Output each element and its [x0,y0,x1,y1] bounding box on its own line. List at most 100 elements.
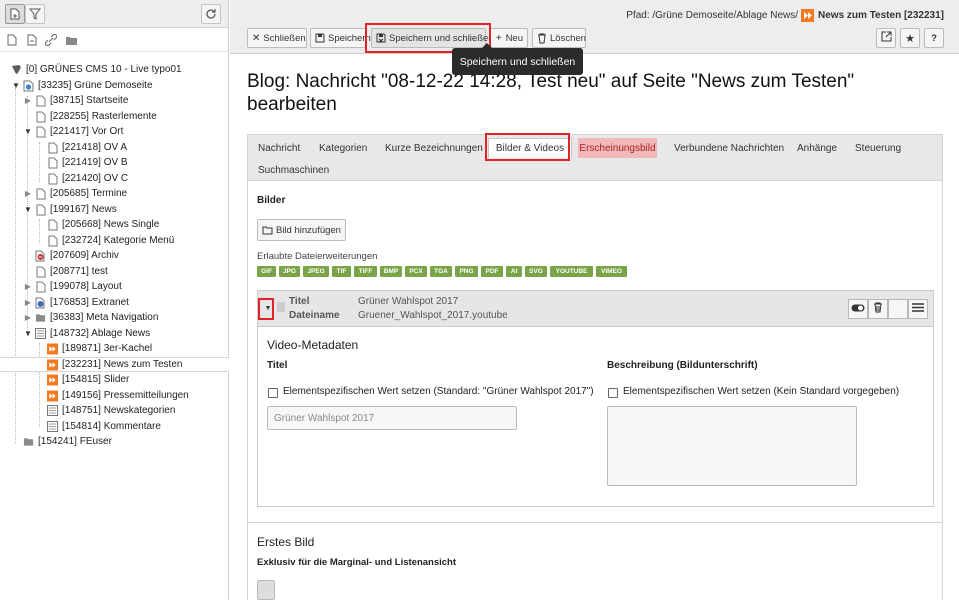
tree-node-label: [36383] Meta Navigation [50,312,159,323]
doktype-page-icon[interactable] [5,34,19,46]
expand-arrow-icon[interactable]: ▶ [23,313,33,323]
ext-badge: YOUTUBE [550,266,593,277]
tree-node[interactable]: [208771] test [0,264,229,279]
tree-node[interactable]: ▶ [176853] Extranet [0,295,229,310]
tab-kategorien[interactable]: Kategorien [311,138,375,158]
tree-node[interactable]: [228255] Rasterlemente [0,109,229,124]
tab-steuerung[interactable]: Steuerung [847,138,909,158]
media-item-header[interactable]: ▼ Titel Dateiname Grüner Wahlspot 2017 G… [258,291,933,327]
tree-node[interactable]: ▼ [148732] Ablage News [0,326,229,341]
expand-arrow-icon[interactable]: ▶ [23,282,33,292]
tree-node[interactable]: [154815] Slider [0,372,229,387]
help-button[interactable]: ? [924,28,944,48]
highlight-active-tab [485,133,570,161]
tree-node[interactable]: [232724] Kategorie Menü [0,233,229,248]
page-title: Blog: Nachricht "08-12-22 14:28, Test ne… [247,71,855,115]
page-icon [47,142,58,154]
tab-kurze-bezeichnungen[interactable]: Kurze Bezeichnungen [377,138,491,158]
sysfolder-icon [35,328,46,340]
tab-anhaenge[interactable]: Anhänge [789,138,845,158]
tree-node[interactable]: [221418] OV A [0,140,229,155]
title-override-checkbox[interactable] [268,388,278,398]
description-textarea[interactable] [607,406,857,486]
tree-node-label: [154241] FEuser [38,436,112,447]
filter-icon[interactable] [25,4,45,24]
tree-node[interactable]: [148751] Newskategorien [0,403,229,418]
tree-node[interactable]: ▶ [38715] Startseite [0,93,229,108]
collapse-arrow-icon[interactable]: ▼ [23,205,33,215]
allowed-extensions-label: Erlaubte Dateierweiterungen [257,251,378,262]
metadata-title-heading: Titel [267,360,288,371]
doktype-folder-icon[interactable] [64,34,78,46]
tree-node-label: [154815] Slider [62,374,130,385]
page-icon [35,126,46,138]
tree-node[interactable]: ▶ [205685] Termine [0,186,229,201]
news-folder-icon [47,343,58,355]
tree-node[interactable]: [149156] Pressemitteilungen [0,388,229,403]
tree-node-label: [199078] Layout [50,281,122,292]
folder-icon [35,312,46,324]
tree-node[interactable]: [154814] Kommentare [0,419,229,434]
tree-node[interactable]: [207609] Archiv [0,248,229,263]
doktype-link-page-icon[interactable] [25,34,39,46]
tree-node[interactable]: [189871] 3er-Kachel [0,341,229,356]
open-new-window-button[interactable] [876,28,896,48]
close-icon: ✕ [252,32,261,44]
tree-node[interactable]: [154241] FEuser [0,434,229,449]
tab-verbundene-nachrichten[interactable]: Verbundene Nachrichten [666,138,792,158]
expand-arrow-icon[interactable]: ▶ [23,298,33,308]
toggle-visibility-button[interactable] [848,299,868,319]
collapse-arrow-icon[interactable]: ▼ [11,81,21,91]
tree-node[interactable]: [221420] OV C [0,171,229,186]
refresh-icon[interactable] [201,4,221,24]
typo3-logo-icon [11,64,22,76]
media-blank-button[interactable] [888,299,908,319]
tab-nachricht[interactable]: Nachricht [250,138,308,158]
tree-node[interactable]: ▼ [221417] Vor Ort [0,124,229,139]
close-button[interactable]: ✕ Schließen [247,28,307,48]
delete-media-button[interactable] [868,299,888,319]
add-image-button[interactable]: Bild hinzufügen [257,219,346,241]
title-input[interactable]: Grüner Wahlspot 2017 [267,406,517,430]
delete-button[interactable]: Löschen [532,28,586,48]
drag-handle-button[interactable] [908,299,928,319]
doktype-external-link-icon[interactable] [44,34,58,46]
expand-arrow-icon[interactable]: ▶ [23,189,33,199]
new-button[interactable]: + Neu [490,28,528,48]
toggle-icon [851,303,865,315]
tree-node[interactable]: [0] GRÜNES CMS 10 - Live typo01 [0,62,229,77]
ext-badge: PDF [481,266,503,277]
tree-node[interactable]: ▶ [36383] Meta Navigation [0,310,229,325]
tab-erscheinungsbild[interactable]: Erscheinungsbild [578,138,657,158]
page-icon [47,173,58,185]
ext-badge: TIFF [354,266,377,277]
collapse-arrow-icon[interactable]: ▼ [23,329,33,339]
document-header: Pfad: /Grüne Demoseite/Ablage News/ News… [230,0,959,54]
tree-node-label: [232231] News zum Testen [62,359,183,370]
bookmark-button[interactable]: ★ [900,28,920,48]
tree-node[interactable]: ▼ [199167] News [0,202,229,217]
expand-arrow-icon[interactable]: ▶ [23,96,33,106]
tree-node[interactable]: [221419] OV B [0,155,229,170]
page-icon [35,266,46,278]
video-metadata-heading: Video-Metadaten [267,338,359,352]
save-button[interactable]: Speichern [310,28,371,48]
new-page-icon[interactable] [5,4,25,24]
first-image-add-button[interactable] [257,580,275,600]
description-override-checkbox[interactable] [608,388,618,398]
trash-icon [873,302,883,316]
breadcrumb-record-title[interactable]: News zum Testen [232231] [818,10,944,21]
breadcrumb-path[interactable]: Pfad: /Grüne Demoseite/Ablage News/ [626,10,798,21]
tree-node[interactable]: ▶ [199078] Layout [0,279,229,294]
collapse-arrow-icon[interactable]: ▼ [23,127,33,137]
tree-node[interactable]: [232231] News zum Testen [0,357,229,372]
ext-badge: JPG [279,266,300,277]
tab-suchmaschinen[interactable]: Suchmaschinen [250,160,337,180]
tree-node[interactable]: [205668] News Single [0,217,229,232]
ext-badge: GIF [257,266,276,277]
tree-node[interactable]: ▼ [33235] Grüne Demoseite [0,78,229,93]
drag-handle-icon [912,303,924,315]
